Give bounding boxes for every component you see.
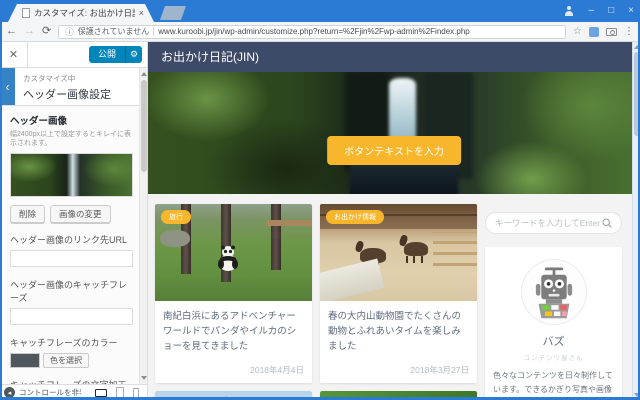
color-swatch[interactable] xyxy=(10,352,40,368)
profile-widget: バズ コンテンツ屋さん 色々なコンテンツを日々制作しています。できるかぎり写真や… xyxy=(485,247,622,400)
color-select-button[interactable]: 色を選択 xyxy=(43,352,89,368)
tab-title: カスタマイズ: お出かけ日記 xyxy=(34,8,135,18)
scrollbar-thumb[interactable] xyxy=(141,80,147,172)
hero-cta-button[interactable]: ボタンテキストを入力 xyxy=(327,136,461,165)
new-tab-button[interactable] xyxy=(160,6,186,20)
avatar[interactable] xyxy=(520,259,587,325)
url-text: www.kuroobi.jp/jin/wp-admin/customize.ph… xyxy=(158,27,470,36)
sidebar-scrollbar[interactable] xyxy=(139,68,147,384)
section-back-button[interactable]: ‹ xyxy=(0,68,15,105)
back-icon[interactable]: ← xyxy=(6,26,17,37)
reload-icon[interactable]: ⟳ xyxy=(42,26,51,37)
window-border xyxy=(0,22,2,400)
browser-window: カスタマイズ: お出かけ日記 × – □ × ← → ⟳ ⓘ 保護されていません… xyxy=(0,0,640,400)
info-icon[interactable]: ⓘ xyxy=(65,26,74,38)
header-image-label: ヘッダー画像 xyxy=(10,116,68,127)
preview-desktop-button[interactable] xyxy=(94,388,108,400)
profile-role: コンテンツ屋さん xyxy=(523,355,584,362)
page-favicon-icon xyxy=(22,8,30,18)
site-title[interactable]: お出かけ日記(JIN) xyxy=(161,50,259,64)
menu-icon[interactable]: ⋮ xyxy=(624,26,634,37)
window-close-button[interactable]: × xyxy=(628,6,634,16)
header-image-thumbnail xyxy=(10,152,133,197)
tab-close-icon[interactable]: × xyxy=(139,8,144,18)
robot-icon xyxy=(535,267,572,319)
address-bar[interactable]: ⓘ 保護されていません www.kuroobi.jp/jin/wp-admin/… xyxy=(58,24,567,39)
publish-button[interactable]: 公開 xyxy=(88,46,125,63)
url-separator xyxy=(153,27,155,36)
catchphrase-label: ヘッダー画像のキャッチフレーズ xyxy=(10,279,128,303)
site-header: お出かけ日記(JIN) xyxy=(148,42,640,72)
profile-bio: 色々なコンテンツを日々制作しています。できるかぎり写真や画像を使い、具体的な例を… xyxy=(493,371,613,400)
header-image-hint: 幅2400px以上で設定するとキレイに表示されます。 xyxy=(10,131,131,148)
category-badge[interactable]: お出かけ情報 xyxy=(326,210,384,224)
panda-illustration xyxy=(218,245,238,271)
article-title[interactable]: 南紀白浜にあるアドベンチャーワールドでパンダやイルカのショーを見てきました xyxy=(163,309,304,355)
forward-icon[interactable]: → xyxy=(24,26,35,37)
browser-titlebar: カスタマイズ: お出かけ日記 × – □ × xyxy=(0,0,640,22)
catchphrase-input[interactable] xyxy=(10,307,133,325)
search-input[interactable]: キーワードを入力してEnter xyxy=(485,212,622,234)
security-label: 保護されていません xyxy=(77,27,150,36)
card-image-ponies[interactable]: お出かけ情報 xyxy=(320,204,477,301)
customizer-sidebar: ✕ 公開 ⚙ ‹ カスタマイズ中 ヘッダー画像設定 ヘッダー画像 幅2400px… xyxy=(0,41,148,400)
article-title[interactable]: 春の大内山動物園でたくさんの動物とふれあいタイムを楽しみました xyxy=(328,309,469,355)
window-minimize-button[interactable]: – xyxy=(589,6,595,16)
preview-mobile-button[interactable] xyxy=(133,387,139,398)
browser-tab[interactable]: カスタマイズ: お出かけ日記 × xyxy=(8,4,154,22)
profile-icon[interactable] xyxy=(564,5,575,17)
hero-pool xyxy=(349,162,458,194)
window-maximize-button[interactable]: □ xyxy=(608,6,614,16)
site-preview: お出かけ日記(JIN) ボタンテキストを入力 旅行 南紀白浜にあるアドベンチャー… xyxy=(148,42,640,400)
catchphrase-color-label: キャッチフレーズのカラー xyxy=(10,337,118,348)
link-url-input[interactable] xyxy=(10,249,133,267)
category-badge[interactable]: 旅行 xyxy=(161,210,191,224)
camera-extension-icon[interactable] xyxy=(606,27,617,36)
link-url-label: ヘッダー画像のリンク先URL xyxy=(10,234,128,245)
article-date: 2018年3月27日 xyxy=(410,364,469,375)
scroll-down-icon[interactable] xyxy=(141,376,147,380)
browser-toolbar: ← → ⟳ ⓘ 保護されていません www.kuroobi.jp/jin/wp-… xyxy=(0,22,640,42)
extension-icon[interactable] xyxy=(589,26,599,37)
delete-image-button[interactable]: 削除 xyxy=(10,204,46,223)
article-card[interactable]: 旅行 xyxy=(155,204,312,383)
card-image-panda[interactable]: 旅行 xyxy=(155,204,312,301)
article-card[interactable]: お出かけ情報 春の大内山動物園でたくさんの動物とふれあいタイムを楽しみました 2… xyxy=(320,204,477,383)
hero-image[interactable]: ボタンテキストを入力 xyxy=(148,72,640,194)
scroll-up-icon[interactable] xyxy=(141,72,147,76)
change-image-button[interactable]: 画像の変更 xyxy=(50,204,111,223)
customizer-close-button[interactable]: ✕ xyxy=(0,41,28,68)
publish-settings-gear-icon[interactable]: ⚙ xyxy=(125,46,142,63)
profile-name[interactable]: バズ xyxy=(493,333,614,349)
bookmark-star-icon[interactable]: ☆ xyxy=(573,26,582,37)
article-date: 2018年4月4日 xyxy=(250,364,304,375)
section-title: ヘッダー画像設定 xyxy=(23,89,111,101)
customizing-label: カスタマイズ中 xyxy=(23,74,76,83)
search-placeholder: キーワードを入力してEnter xyxy=(495,218,601,228)
search-icon[interactable] xyxy=(602,218,612,228)
